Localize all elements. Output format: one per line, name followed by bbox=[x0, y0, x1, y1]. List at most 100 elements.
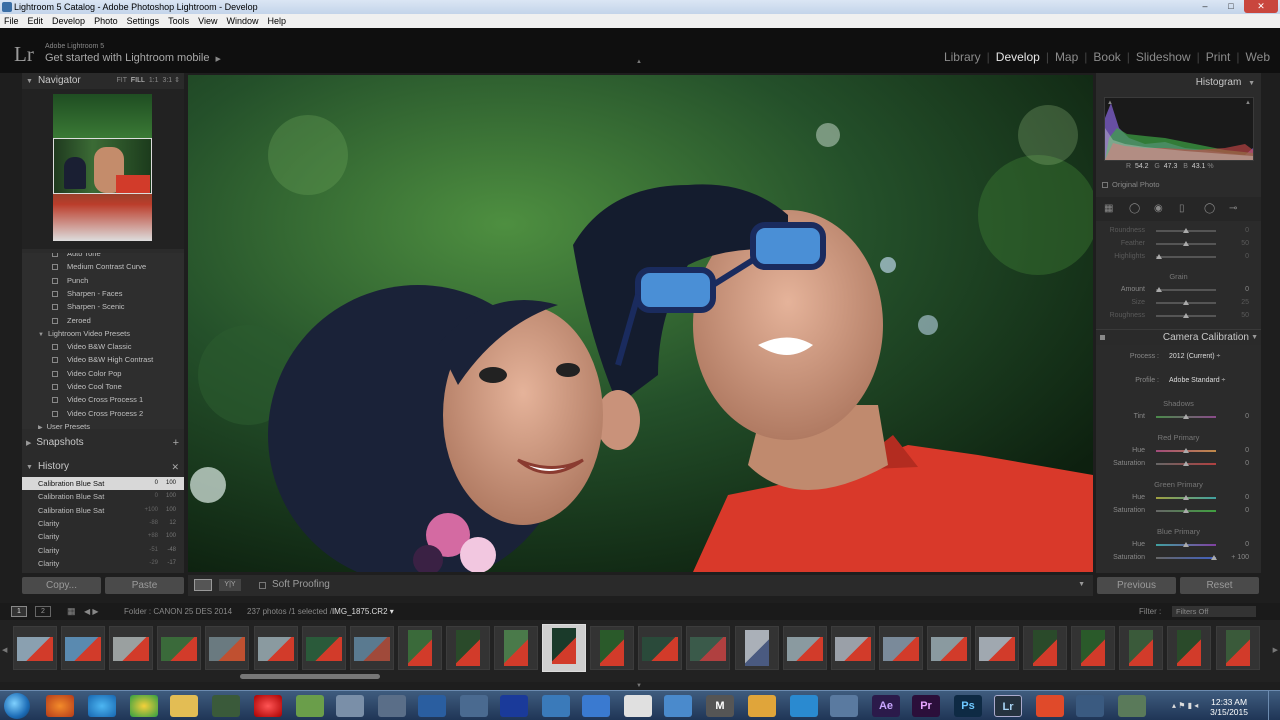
mobile-promo-text[interactable]: Get started with Lightroom mobile bbox=[45, 52, 209, 64]
preset-item[interactable]: Video Cross Process 1 bbox=[52, 393, 143, 406]
photo-count[interactable]: 237 photos /1 selected /IMG_1875.CR2 ▾ bbox=[247, 603, 394, 620]
slider-handle[interactable] bbox=[1156, 287, 1162, 292]
before-after-button[interactable]: Y|Y bbox=[219, 579, 241, 591]
zoom-3-1[interactable]: 3:1 bbox=[162, 77, 172, 84]
start-button[interactable] bbox=[4, 693, 30, 719]
preset-item[interactable]: Punch bbox=[52, 274, 88, 287]
gamepad-icon[interactable] bbox=[624, 695, 652, 717]
menu-file[interactable]: File bbox=[4, 14, 19, 28]
close-button[interactable]: ✕ bbox=[1244, 0, 1278, 13]
filmstrip-thumbnail[interactable] bbox=[109, 626, 154, 670]
module-slideshow[interactable]: Slideshow bbox=[1136, 50, 1191, 64]
filmstrip-thumbnail[interactable] bbox=[686, 626, 731, 670]
m-app-icon[interactable]: M bbox=[706, 695, 734, 717]
right-panel-edge[interactable] bbox=[1266, 73, 1280, 603]
filmstrip-thumbnail[interactable] bbox=[638, 626, 683, 670]
slider-row[interactable]: Feather 50 bbox=[1096, 238, 1261, 250]
spot-removal-icon[interactable]: ◯ bbox=[1129, 203, 1140, 214]
filmstrip-thumbnail[interactable] bbox=[157, 626, 202, 670]
preset-item[interactable]: Video B&W Classic bbox=[52, 340, 131, 353]
slider-row[interactable]: Roughness 50 bbox=[1096, 310, 1261, 322]
app-icon[interactable] bbox=[748, 695, 776, 717]
slider-value[interactable]: 0 bbox=[1245, 284, 1249, 296]
module-book[interactable]: Book bbox=[1093, 50, 1120, 64]
original-photo-toggle[interactable]: Original Photo bbox=[1102, 180, 1160, 189]
history-header[interactable]: ▼ History ✕ bbox=[22, 459, 184, 475]
slider-value[interactable]: 0 bbox=[1245, 225, 1249, 237]
preset-item[interactable]: Video B&W High Contrast bbox=[52, 353, 153, 366]
filmstrip-left-arrow-icon[interactable]: ◀ bbox=[2, 646, 7, 654]
filmstrip-thumbnail[interactable] bbox=[830, 626, 875, 670]
app-icon[interactable] bbox=[418, 695, 446, 717]
main-photo[interactable] bbox=[188, 75, 1093, 572]
filmstrip-thumbnail[interactable] bbox=[301, 626, 346, 670]
app-icon[interactable] bbox=[378, 695, 406, 717]
media-player-icon[interactable] bbox=[790, 695, 818, 717]
slider-handle[interactable] bbox=[1183, 448, 1189, 453]
clock[interactable]: 12:33 AM 3/15/2015 bbox=[1210, 697, 1248, 717]
crop-tool-icon[interactable]: ▦ bbox=[1104, 203, 1113, 214]
zoom-fit[interactable]: FIT bbox=[117, 77, 128, 84]
slider-handle[interactable] bbox=[1183, 241, 1189, 246]
grid-view-icon[interactable]: ▦ bbox=[67, 603, 76, 620]
slider-handle[interactable] bbox=[1183, 461, 1189, 466]
slider-value[interactable]: 0 bbox=[1245, 505, 1249, 517]
adjustment-brush-icon[interactable]: ⊸ bbox=[1229, 203, 1237, 214]
filmstrip-thumbnail[interactable] bbox=[1119, 626, 1164, 670]
module-map[interactable]: Map bbox=[1055, 50, 1078, 64]
module-print[interactable]: Print bbox=[1206, 50, 1231, 64]
show-desktop-button[interactable] bbox=[1268, 691, 1280, 720]
profile-select[interactable]: Adobe Standard ÷ bbox=[1169, 377, 1225, 384]
filmstrip-thumbnail[interactable] bbox=[1023, 626, 1068, 670]
back-forward-icon[interactable]: ◀ ▶ bbox=[84, 603, 99, 620]
menu-tools[interactable]: Tools bbox=[168, 14, 189, 28]
zoom-stepper-icon[interactable]: ⇕ bbox=[174, 77, 180, 84]
camera-calibration-header[interactable]: Camera Calibration ▼ bbox=[1096, 329, 1261, 345]
slider-row[interactable]: Roundness 0 bbox=[1096, 225, 1261, 237]
slider-handle[interactable] bbox=[1183, 414, 1189, 419]
filmstrip-thumbnail[interactable] bbox=[1215, 626, 1260, 670]
slider-row[interactable]: Amount 0 bbox=[1096, 284, 1261, 296]
soft-proofing-checkbox[interactable] bbox=[259, 582, 266, 589]
app-icon[interactable] bbox=[664, 695, 692, 717]
app-icon[interactable] bbox=[1076, 695, 1104, 717]
slider-value[interactable]: 0 bbox=[1245, 458, 1249, 470]
filmstrip-thumbnail[interactable] bbox=[926, 626, 971, 670]
filmstrip-thumbnail[interactable] bbox=[782, 626, 827, 670]
app-icon[interactable] bbox=[296, 695, 324, 717]
primary-display-button[interactable]: 1 bbox=[11, 606, 27, 617]
collapse-bottom-arrow-icon[interactable]: ▼ bbox=[636, 683, 642, 689]
after-effects-icon[interactable]: Ae bbox=[872, 695, 900, 717]
app-icon[interactable] bbox=[582, 695, 610, 717]
snapshots-header[interactable]: ▶ Snapshots + bbox=[22, 435, 184, 451]
app-icon[interactable] bbox=[336, 695, 364, 717]
explorer-icon[interactable] bbox=[170, 695, 198, 717]
slider-handle[interactable] bbox=[1183, 313, 1189, 318]
zoom-fill[interactable]: FILL bbox=[131, 77, 145, 84]
red-eye-icon[interactable]: ◉ bbox=[1154, 203, 1163, 214]
history-item[interactable]: Clarity -51 -48 bbox=[22, 544, 184, 557]
loupe-view-button[interactable] bbox=[194, 579, 212, 591]
app-icon[interactable] bbox=[1118, 695, 1146, 717]
preset-item[interactable]: Video Cool Tone bbox=[52, 380, 122, 393]
graduated-filter-icon[interactable]: ▯ bbox=[1179, 203, 1185, 214]
radial-filter-icon[interactable]: ◯ bbox=[1204, 203, 1215, 214]
folder-path[interactable]: Folder : CANON 25 DES 2014 bbox=[124, 603, 232, 620]
clear-history-button[interactable]: ✕ bbox=[171, 459, 179, 475]
photoshop-icon[interactable]: Ps bbox=[954, 695, 982, 717]
slider-handle[interactable] bbox=[1183, 300, 1189, 305]
slider-row[interactable]: Saturation + 100 bbox=[1096, 552, 1261, 564]
preset-item[interactable]: Auto Tone bbox=[52, 253, 101, 260]
slider-row[interactable]: Highlights 0 bbox=[1096, 251, 1261, 263]
filmstrip-thumbnail[interactable] bbox=[878, 626, 923, 670]
history-item[interactable]: Clarity -88 12 bbox=[22, 517, 184, 530]
filmstrip-scrollbar[interactable] bbox=[240, 674, 380, 679]
slider-row[interactable]: Saturation 0 bbox=[1096, 505, 1261, 517]
module-develop[interactable]: Develop bbox=[996, 50, 1040, 64]
slider-handle[interactable] bbox=[1183, 228, 1189, 233]
filmstrip-thumbnail[interactable] bbox=[205, 626, 250, 670]
module-library[interactable]: Library bbox=[944, 50, 981, 64]
slider-track[interactable] bbox=[1156, 557, 1216, 559]
slider-handle[interactable] bbox=[1156, 254, 1162, 259]
shadow-clipping-icon[interactable]: ▲ bbox=[1107, 100, 1113, 106]
